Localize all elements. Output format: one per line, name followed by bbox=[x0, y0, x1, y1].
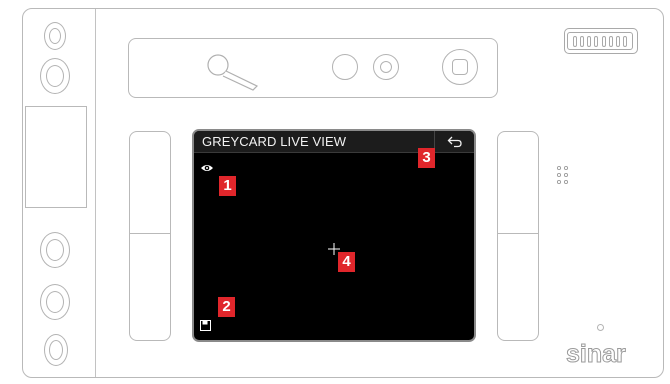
callout-marker-3: 3 bbox=[418, 148, 435, 168]
upper-left-knob[interactable] bbox=[40, 58, 70, 94]
round-button[interactable] bbox=[332, 54, 358, 80]
top-left-knob[interactable] bbox=[44, 22, 66, 50]
key-icon[interactable] bbox=[205, 50, 267, 92]
left-lower-soft-button[interactable] bbox=[129, 233, 171, 341]
speaker-grille bbox=[556, 165, 569, 185]
callout-marker-4: 4 bbox=[338, 252, 355, 272]
callout-marker-2: 2 bbox=[218, 297, 235, 317]
square-button[interactable] bbox=[442, 49, 478, 85]
left-knob-2[interactable] bbox=[40, 284, 70, 320]
side-panel bbox=[25, 106, 87, 208]
left-knob-3[interactable] bbox=[44, 334, 68, 366]
left-knob-1[interactable] bbox=[40, 232, 70, 268]
save-icon[interactable] bbox=[200, 320, 211, 331]
callout-marker-1: 1 bbox=[219, 176, 236, 196]
left-upper-soft-button[interactable] bbox=[129, 131, 171, 234]
thumb-wheel-ridges bbox=[567, 32, 633, 50]
eye-icon[interactable] bbox=[200, 163, 214, 173]
back-arrow-icon bbox=[447, 136, 462, 148]
camera-divider bbox=[95, 9, 96, 377]
right-upper-soft-button[interactable] bbox=[497, 131, 539, 234]
right-lower-soft-button[interactable] bbox=[497, 233, 539, 341]
small-round-button[interactable] bbox=[373, 54, 399, 80]
brand-logo: sinar bbox=[566, 340, 627, 369]
status-led bbox=[597, 324, 604, 331]
back-button[interactable] bbox=[434, 131, 474, 153]
screen-title: GREYCARD LIVE VIEW bbox=[202, 134, 347, 149]
